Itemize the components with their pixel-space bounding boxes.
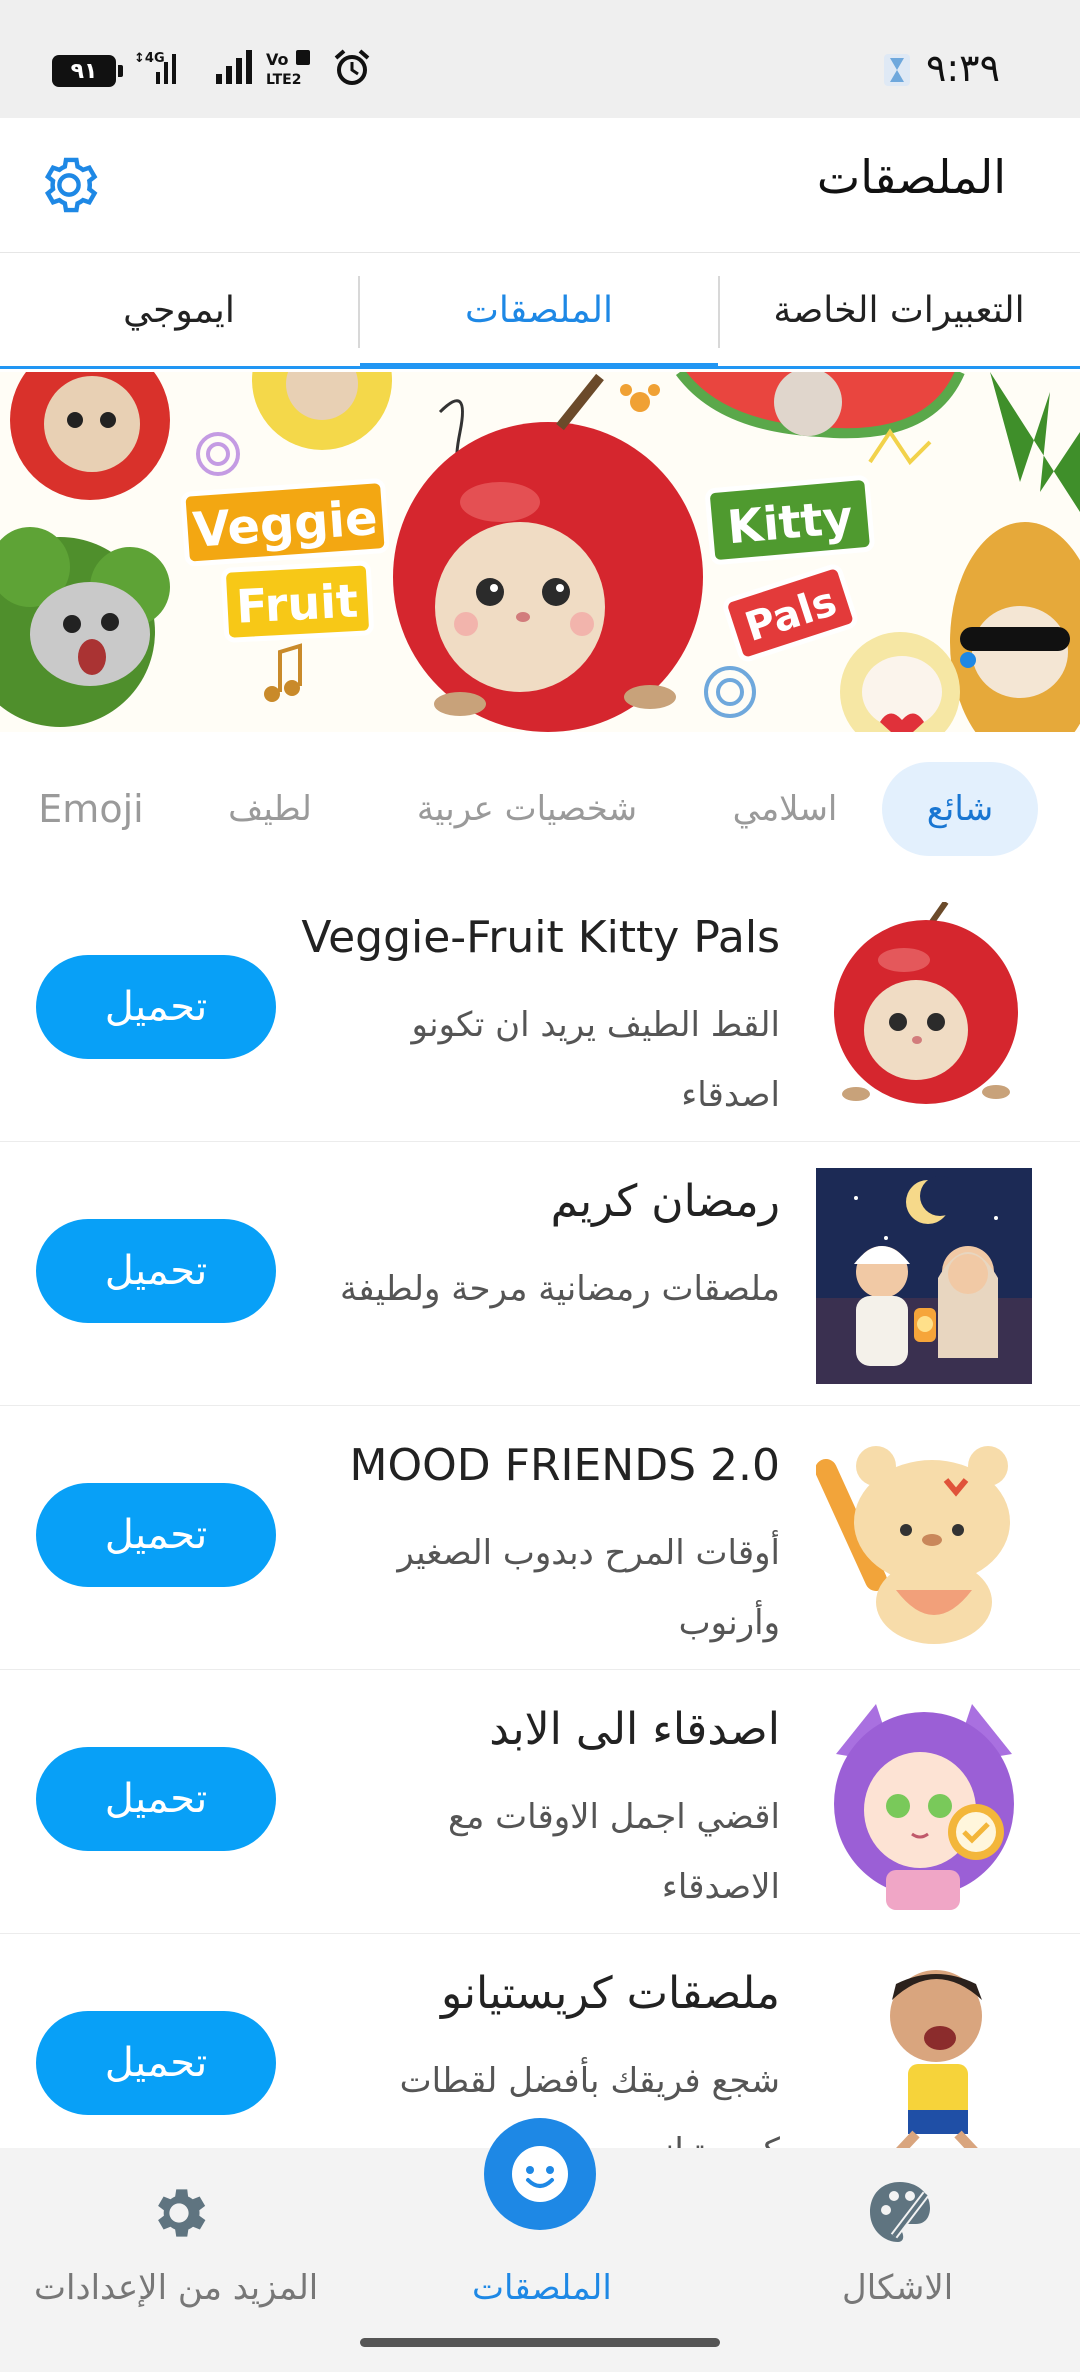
signal-icon (214, 48, 254, 95)
gear-icon[interactable] (146, 2180, 212, 2246)
pack-description: القط الطيف يريد ان تكونو اصدقاء (280, 990, 780, 1130)
pack-thumbnail (816, 1960, 1032, 2176)
chip-islamic[interactable]: اسلامي (710, 762, 860, 856)
pack-thumbnail (816, 900, 1032, 1118)
pack-desc-line1: ملصقات رمضانية مرحة ولطيفة (340, 1269, 780, 1309)
palette-icon[interactable] (864, 2176, 936, 2248)
chip-arab-characters[interactable]: شخصيات عربية (392, 762, 662, 856)
featured-banner[interactable]: Veggie Fruit Kitty Pals (0, 372, 1080, 732)
chip-cute[interactable]: لطيف (210, 762, 330, 856)
pack-desc-line2: اصدقاء (681, 1075, 780, 1115)
tab-divider (358, 276, 360, 348)
chip-popular[interactable]: شائع (882, 762, 1038, 856)
smiley-icon[interactable] (484, 2118, 596, 2230)
pack-title: رمضان كريم (550, 1176, 780, 1227)
sticker-pack-row[interactable]: رمضان كريم ملصقات رمضانية مرحة ولطيفة تح… (0, 1142, 1080, 1407)
nav-stickers[interactable]: الملصقات (472, 2268, 612, 2308)
pack-thumbnail (816, 1694, 1032, 1910)
pack-title: Veggie-Fruit Kitty Pals (301, 912, 780, 963)
pack-desc-line1: اقضي اجمل الاوقات مع (448, 1797, 780, 1837)
pack-description: أوقات المرح دبدوب الصغير وأرنوب (280, 1518, 780, 1658)
pack-description: اقضي اجمل الاوقات مع الاصدقاء (280, 1782, 780, 1922)
pack-title: ملصقات كريستيانو (440, 1968, 780, 2019)
pack-title: اصدقاء الى الابد (489, 1704, 780, 1755)
pack-thumbnail (816, 1168, 1032, 1384)
sticker-pack-row[interactable]: Veggie-Fruit Kitty Pals القط الطيف يريد … (0, 878, 1080, 1143)
tab-custom-expressions[interactable]: التعبيرات الخاصة (720, 252, 1078, 368)
page-title: الملصقات (816, 150, 1006, 204)
hourglass-icon (882, 52, 912, 88)
sticker-pack-row[interactable]: MOOD FRIENDS 2.0 أوقات المرح دبدوب الصغي… (0, 1406, 1080, 1671)
banner-artwork: Veggie Fruit Kitty Pals (0, 372, 1080, 732)
battery-indicator: ٩١ (52, 55, 123, 87)
pack-thumbnail (815, 1430, 1032, 1646)
pack-title: MOOD FRIENDS 2.0 (349, 1440, 780, 1491)
clock-time: ٩:٣٩ (925, 46, 1000, 90)
pack-desc-line2: وأرنوب (678, 1603, 780, 1643)
banner-kitty-text: Kitty (725, 490, 855, 555)
download-button[interactable]: تحميل (36, 955, 276, 1059)
pack-desc-line1: القط الطيف يريد ان تكونو (411, 1005, 780, 1045)
sticker-pack-row[interactable]: اصدقاء الى الابد اقضي اجمل الاوقات مع ال… (0, 1670, 1080, 1935)
download-button[interactable]: تحميل (36, 2011, 276, 2115)
tab-stickers[interactable]: الملصقات (360, 252, 718, 368)
nav-shapes[interactable]: الاشكال (842, 2268, 953, 2308)
download-button[interactable]: تحميل (36, 1219, 276, 1323)
volte-icon: Vo LTE2 (266, 48, 318, 95)
settings-gear-icon[interactable] (36, 152, 102, 218)
pack-desc-line1: أوقات المرح دبدوب الصغير (397, 1533, 780, 1573)
status-bar: ٩١ ↕4G Vo LTE2 ٩:٣٩ (0, 0, 1080, 118)
tab-emoji[interactable]: ايموجي (0, 252, 358, 368)
pack-desc-line2: الاصدقاء (661, 1867, 780, 1907)
mobile-data-icon: ↕4G (134, 48, 184, 95)
download-button[interactable]: تحميل (36, 1483, 276, 1587)
svg-text:LTE2: LTE2 (266, 72, 301, 88)
pack-description: ملصقات رمضانية مرحة ولطيفة (280, 1254, 780, 1324)
download-button[interactable]: تحميل (36, 1747, 276, 1851)
banner-fruit-text: Fruit (235, 573, 359, 633)
tab-divider (718, 276, 720, 348)
svg-text:↕4G: ↕4G (134, 51, 165, 66)
tab-active-indicator (360, 363, 718, 369)
nav-more-settings[interactable]: المزيد من الإعدادات (34, 2268, 318, 2308)
chip-emoji[interactable]: Emoji (26, 762, 156, 856)
home-indicator[interactable] (360, 2338, 720, 2347)
pack-desc-line1: شجع فريقك بأفضل لقطات (399, 2061, 780, 2101)
svg-text:Vo: Vo (266, 50, 289, 69)
alarm-icon (332, 48, 372, 95)
